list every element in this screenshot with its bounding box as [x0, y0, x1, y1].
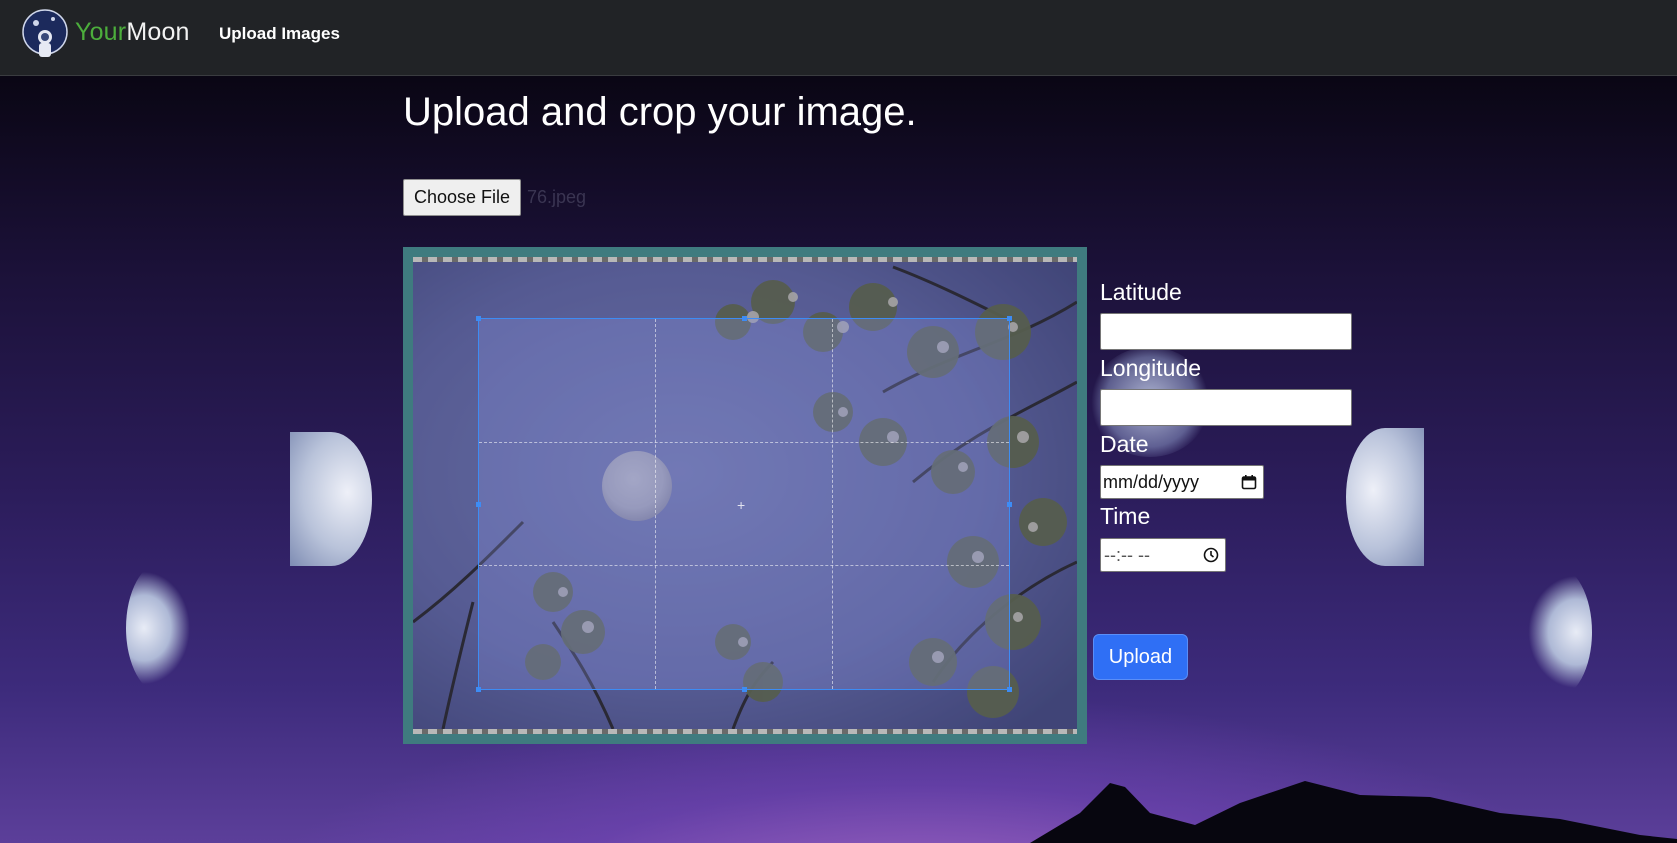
crop-handle-w[interactable]	[476, 502, 481, 507]
nav-upload-images[interactable]: Upload Images	[219, 24, 340, 44]
longitude-input[interactable]	[1100, 389, 1352, 426]
crop-grid-line	[479, 442, 1009, 444]
crop-grid-line	[831, 319, 833, 689]
astronaut-moon-logo-icon[interactable]	[22, 7, 68, 61]
background-moon-right-gibbous	[1346, 428, 1424, 566]
brand-name[interactable]: YourMoon	[75, 18, 190, 47]
date-placeholder: mm/dd/yyyy	[1103, 471, 1200, 492]
background-moon-left-gibbous	[290, 432, 372, 566]
top-navbar: YourMoon Upload Images	[0, 0, 1677, 76]
clock-icon[interactable]	[1203, 547, 1219, 563]
time-placeholder: --:-- --	[1104, 544, 1150, 565]
latitude-label: Latitude	[1100, 279, 1182, 305]
cropper-canvas[interactable]: +	[413, 257, 1077, 734]
crop-selection-box[interactable]: +	[476, 316, 1012, 692]
longitude-label: Longitude	[1100, 355, 1202, 381]
crop-handle-ne[interactable]	[1007, 316, 1012, 321]
date-label: Date	[1100, 431, 1149, 457]
upload-button[interactable]: Upload	[1093, 634, 1188, 680]
crop-grid-line	[655, 319, 657, 689]
crop-handle-sw[interactable]	[476, 687, 481, 692]
time-input[interactable]: --:-- --	[1100, 538, 1226, 572]
file-input-row: Choose File 76.jpeg	[403, 179, 586, 216]
date-input[interactable]: mm/dd/yyyy	[1100, 465, 1264, 499]
crop-handle-s[interactable]	[742, 687, 747, 692]
calendar-icon[interactable]	[1241, 474, 1257, 490]
latitude-input[interactable]	[1100, 313, 1352, 350]
page-title: Upload and crop your image.	[403, 90, 917, 134]
crop-handle-n[interactable]	[742, 316, 747, 321]
image-cropper: +	[403, 247, 1087, 744]
brand-moon: Moon	[126, 18, 190, 46]
crop-center-marker: +	[737, 497, 746, 513]
background-moon-left-crescent	[126, 562, 198, 694]
brand-your: Your	[75, 18, 127, 46]
time-label: Time	[1100, 503, 1151, 529]
crop-handle-nw[interactable]	[476, 316, 481, 321]
cropper-bottom-border	[413, 729, 1077, 734]
crop-handle-e[interactable]	[1007, 502, 1012, 507]
crop-grid-line	[479, 565, 1009, 567]
crop-handle-se[interactable]	[1007, 687, 1012, 692]
selected-file-name: 76.jpeg	[527, 187, 587, 207]
choose-file-button[interactable]: Choose File	[403, 179, 521, 216]
mountain-silhouette	[1030, 781, 1677, 843]
background-moon-right-crescent	[1520, 566, 1592, 698]
